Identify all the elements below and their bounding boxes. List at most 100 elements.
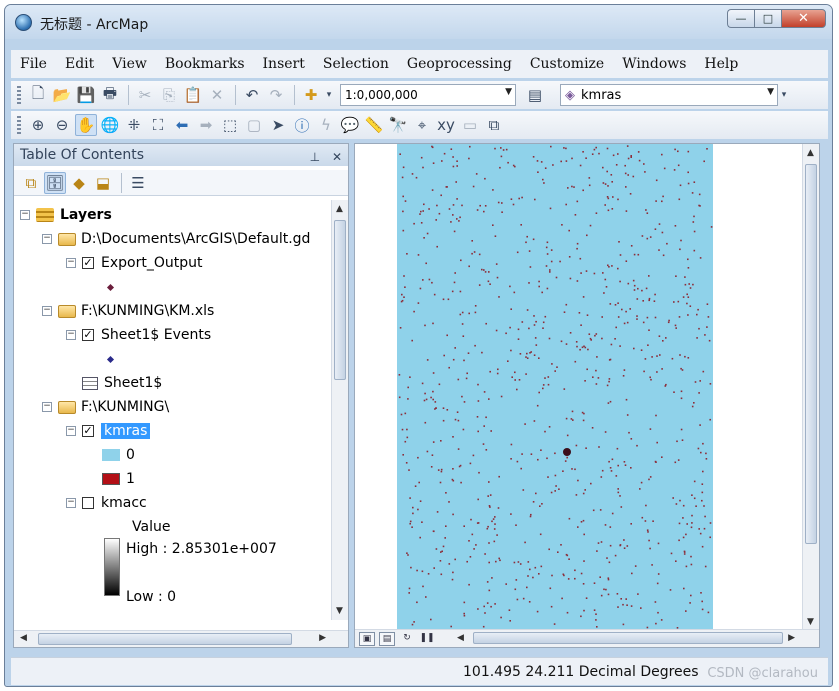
list-by-drawing-order-icon[interactable]: ⧉	[20, 172, 42, 194]
toolbar-options-icon[interactable]: ▾	[778, 84, 790, 106]
new-document-icon[interactable]: 🗋	[27, 84, 49, 106]
add-data-icon[interactable]: ✚	[300, 84, 322, 106]
delete-icon[interactable]: ✕	[206, 84, 228, 106]
visibility-checkbox[interactable]: ✓	[82, 425, 94, 437]
collapse-icon[interactable]: −	[42, 402, 52, 412]
menu-geoprocessing[interactable]: Geoprocessing	[398, 56, 521, 72]
pan-hand-icon[interactable]: ✋	[75, 114, 97, 136]
collapse-icon[interactable]: −	[66, 258, 76, 268]
menu-selection[interactable]: Selection	[314, 56, 398, 72]
source-folder[interactable]: − F:\KUNMING\	[42, 396, 169, 418]
kmras-class-0[interactable]: 0	[102, 444, 135, 466]
swipe-icon[interactable]: ⧉	[483, 114, 505, 136]
collapse-icon[interactable]: −	[42, 234, 52, 244]
options-icon[interactable]: ☰	[127, 172, 149, 194]
collapse-icon[interactable]: −	[66, 426, 76, 436]
layer-sheet-events[interactable]: − ✓ Sheet1$ Events	[66, 324, 211, 346]
identify-icon[interactable]: ⓘ	[291, 114, 313, 136]
select-features-icon[interactable]: ⬚	[219, 114, 241, 136]
undo-icon[interactable]: ↶	[241, 84, 263, 106]
maximize-button[interactable]: □	[754, 9, 781, 28]
list-by-visibility-icon[interactable]: ◆	[68, 172, 90, 194]
layout-view-icon[interactable]: ▤	[379, 631, 395, 646]
source-xls[interactable]: − F:\KUNMING\KM.xls	[42, 300, 214, 322]
collapse-icon[interactable]: −	[42, 306, 52, 316]
toolbar-grip[interactable]	[17, 116, 21, 134]
map-canvas[interactable]	[355, 144, 803, 630]
list-by-selection-icon[interactable]: ⬓	[92, 172, 114, 194]
refresh-icon[interactable]: ↻	[399, 632, 415, 646]
save-icon[interactable]: 💾	[75, 84, 97, 106]
menu-view[interactable]: View	[103, 56, 156, 72]
clear-selection-icon[interactable]: ▢	[243, 114, 265, 136]
scroll-thumb[interactable]	[38, 633, 292, 645]
minimize-button[interactable]: —	[727, 9, 754, 28]
paste-icon[interactable]: 📋	[182, 84, 204, 106]
visibility-checkbox[interactable]: ✓	[82, 257, 94, 269]
scroll-up-icon[interactable]: ▲	[807, 148, 814, 158]
visibility-checkbox[interactable]	[82, 497, 94, 509]
find-icon[interactable]: 🔭	[387, 114, 409, 136]
go-to-xy-icon[interactable]: ⌖	[411, 114, 433, 136]
collapse-icon[interactable]: −	[66, 498, 76, 508]
editor-toolbar-icon[interactable]: ▤	[524, 84, 546, 106]
scroll-down-icon[interactable]: ▼	[336, 606, 343, 616]
toc-vertical-scrollbar[interactable]: ▲ ▼	[331, 200, 348, 620]
sheet-events-symbol[interactable]	[106, 348, 115, 370]
scroll-thumb[interactable]	[473, 632, 783, 644]
visibility-checkbox[interactable]: ✓	[82, 329, 94, 341]
layer-kmacc[interactable]: − kmacc	[66, 492, 147, 514]
toolbar-grip[interactable]	[17, 86, 21, 104]
menu-help[interactable]: Help	[695, 56, 747, 72]
layer-kmras[interactable]: − ✓ kmras	[66, 420, 151, 442]
cut-icon[interactable]: ✂	[134, 84, 156, 106]
scroll-left-icon[interactable]: ◀	[20, 633, 27, 643]
table-sheet1[interactable]: Sheet1$	[82, 372, 162, 394]
pin-icon[interactable]: ⊥	[310, 150, 320, 164]
scroll-thumb[interactable]	[805, 164, 817, 544]
menu-bookmarks[interactable]: Bookmarks	[156, 56, 254, 72]
zoom-in-icon[interactable]: ⊕	[27, 114, 49, 136]
collapse-icon[interactable]: −	[66, 330, 76, 340]
export-output-symbol[interactable]	[106, 276, 115, 298]
html-popup-icon[interactable]: 💬	[339, 114, 361, 136]
pause-drawing-icon[interactable]: ❚❚	[419, 632, 435, 646]
close-button[interactable]: ✕	[781, 9, 826, 28]
redo-icon[interactable]: ↷	[265, 84, 287, 106]
scroll-thumb[interactable]	[334, 220, 346, 380]
scroll-down-icon[interactable]: ▼	[807, 617, 814, 627]
layers-root[interactable]: − Layers	[20, 204, 112, 226]
create-viewer-icon[interactable]: ▭	[459, 114, 481, 136]
list-by-source-icon[interactable]: 🗄	[44, 171, 66, 194]
add-data-dropdown-icon[interactable]: ▾	[324, 84, 334, 106]
menu-file[interactable]: File	[11, 56, 56, 72]
print-icon[interactable]: 🖶	[99, 84, 121, 106]
toc-horizontal-scrollbar[interactable]: ◀ ▶	[14, 630, 348, 647]
layer-export-output[interactable]: − ✓ Export_Output	[66, 252, 202, 274]
menu-windows[interactable]: Windows	[613, 56, 695, 72]
menu-customize[interactable]: Customize	[521, 56, 613, 72]
fixed-zoom-out-icon[interactable]: ⛶	[147, 114, 169, 136]
menu-insert[interactable]: Insert	[254, 56, 314, 72]
kmras-class-1[interactable]: 1	[102, 468, 135, 490]
map-vertical-scrollbar[interactable]: ▲ ▼	[802, 144, 819, 631]
time-slider-icon[interactable]: xy	[435, 114, 457, 136]
copy-icon[interactable]: ⎘	[158, 84, 180, 106]
scroll-left-icon[interactable]: ◀	[457, 633, 464, 643]
forward-extent-icon[interactable]: ➡	[195, 114, 217, 136]
scroll-up-icon[interactable]: ▲	[336, 204, 343, 214]
select-elements-icon[interactable]: ➤	[267, 114, 289, 136]
scroll-right-icon[interactable]: ▶	[319, 633, 326, 643]
hyperlink-icon[interactable]: ϟ	[315, 114, 337, 136]
scroll-right-icon[interactable]: ▶	[788, 633, 795, 643]
zoom-out-icon[interactable]: ⊖	[51, 114, 73, 136]
fixed-zoom-in-icon[interactable]: ⁜	[123, 114, 145, 136]
target-layer-combo[interactable]: ◈ kmras ▼	[560, 84, 778, 106]
collapse-icon[interactable]: −	[20, 210, 30, 220]
open-folder-icon[interactable]: 📂	[51, 84, 73, 106]
measure-icon[interactable]: 📏	[363, 114, 385, 136]
full-extent-icon[interactable]: 🌐	[99, 114, 121, 136]
back-extent-icon[interactable]: ⬅	[171, 114, 193, 136]
source-gdb[interactable]: − D:\Documents\ArcGIS\Default.gd	[42, 228, 310, 250]
map-scale-combo[interactable]: 1:0,000,000 ▼	[340, 84, 516, 106]
